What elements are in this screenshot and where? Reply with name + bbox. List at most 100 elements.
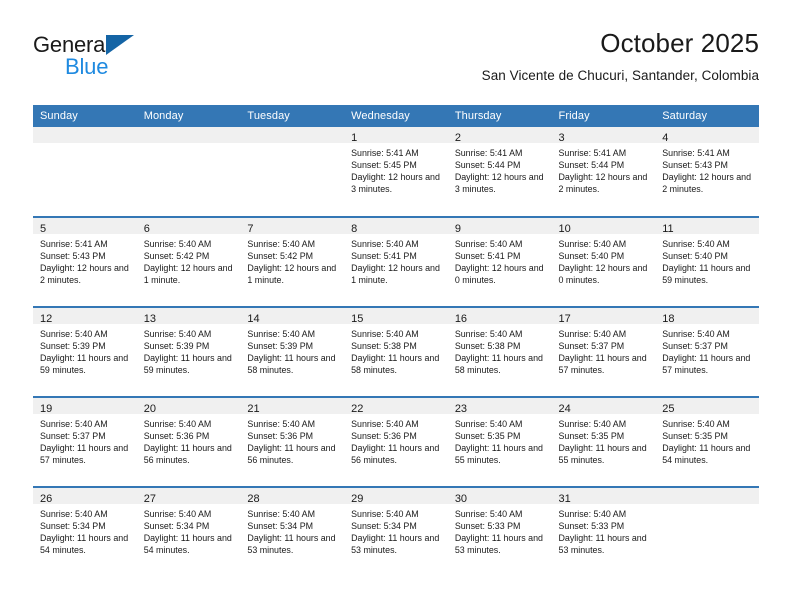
day-cell[interactable]: 10 Sunrise: 5:40 AM Sunset: 5:40 PM Dayligh…	[551, 218, 656, 306]
day-number: 16	[454, 313, 468, 325]
day-cell-body: Sunrise: 5:40 AM Sunset: 5:36 PM Daylight:…	[137, 414, 241, 466]
weekday-header-wednesday: Wednesday	[344, 105, 448, 127]
calendar-cell-day: 31 Sunrise: 5:40 AM Sunset: 5:33 PM Dayligh…	[551, 486, 656, 577]
day-cell-body: Sunrise: 5:40 AM Sunset: 5:41 PM Daylight:…	[448, 234, 552, 286]
daylight-text: Daylight: 11 hours and 58 minutes.	[454, 353, 543, 376]
day-cell[interactable]: 6 Sunrise: 5:40 AM Sunset: 5:42 PM Daylight…	[136, 218, 241, 306]
day-cell[interactable]: 3 Sunrise: 5:41 AM Sunset: 5:44 PM Daylight…	[551, 127, 656, 216]
daylight-text: Daylight: 12 hours and 0 minutes.	[558, 263, 648, 286]
day-cell[interactable]: 16 Sunrise: 5:40 AM Sunset: 5:38 PM Dayligh…	[447, 308, 552, 396]
daylight-text: Daylight: 11 hours and 55 minutes.	[558, 443, 647, 466]
sunset-text: Sunset: 5:34 PM	[351, 521, 417, 532]
daylight-text: Daylight: 11 hours and 58 minutes.	[247, 353, 336, 376]
day-cell[interactable]: 4 Sunrise: 5:41 AM Sunset: 5:43 PM Daylight…	[655, 127, 759, 216]
day-cell[interactable]: 9 Sunrise: 5:40 AM Sunset: 5:41 PM Daylight…	[447, 218, 552, 306]
day-cell[interactable]: 22 Sunrise: 5:40 AM Sunset: 5:36 PM Dayligh…	[344, 398, 448, 486]
day-number: 13	[143, 313, 156, 325]
calendar-cell-day: 24 Sunrise: 5:40 AM Sunset: 5:35 PM Dayligh…	[551, 396, 656, 487]
calendar-cell-day: 18 Sunrise: 5:40 AM Sunset: 5:37 PM Dayligh…	[655, 306, 759, 397]
calendar-cell-day: 6 Sunrise: 5:40 AM Sunset: 5:42 PM Daylight…	[136, 216, 241, 307]
sunrise-text: Sunrise: 5:40 AM	[454, 509, 523, 519]
calendar-cell-day: 12 Sunrise: 5:40 AM Sunset: 5:39 PM Dayligh…	[33, 306, 137, 397]
day-cell[interactable]: 25 Sunrise: 5:40 AM Sunset: 5:35 PM Dayligh…	[655, 398, 759, 486]
weekday-header-sunday: Sunday	[33, 105, 137, 127]
sunrise-text: Sunrise: 5:40 AM	[662, 329, 730, 339]
daylight-text: Daylight: 11 hours and 57 minutes.	[40, 443, 129, 466]
daylight-text: Daylight: 11 hours and 59 minutes.	[662, 263, 751, 286]
day-cell-body: Sunrise: 5:40 AM Sunset: 5:33 PM Daylight:…	[552, 504, 656, 556]
day-cell[interactable]: 8 Sunrise: 5:40 AM Sunset: 5:41 PM Daylight…	[344, 218, 448, 306]
day-number-band: 27	[136, 488, 241, 505]
day-cell[interactable]: 20 Sunrise: 5:40 AM Sunset: 5:36 PM Dayligh…	[136, 398, 241, 486]
sunset-text: Sunset: 5:40 PM	[558, 251, 625, 262]
day-cell[interactable]: 24 Sunrise: 5:40 AM Sunset: 5:35 PM Dayligh…	[551, 398, 656, 486]
day-cell[interactable]: 12 Sunrise: 5:40 AM Sunset: 5:39 PM Dayligh…	[33, 308, 137, 396]
day-number-band: 7	[240, 218, 345, 235]
day-cell[interactable]: 26 Sunrise: 5:40 AM Sunset: 5:34 PM Dayligh…	[33, 488, 137, 577]
calendar-week-row: 1 Sunrise: 5:41 AM Sunset: 5:45 PM Daylight…	[33, 127, 759, 217]
sunrise-text: Sunrise: 5:40 AM	[454, 419, 523, 429]
day-cell[interactable]: 14 Sunrise: 5:40 AM Sunset: 5:39 PM Dayligh…	[240, 308, 345, 396]
daylight-text: Daylight: 12 hours and 1 minute.	[247, 263, 337, 286]
sunset-text: Sunset: 5:33 PM	[454, 521, 521, 532]
day-cell[interactable]: 7 Sunrise: 5:40 AM Sunset: 5:42 PM Daylight…	[240, 218, 345, 306]
daylight-text: Daylight: 12 hours and 0 minutes.	[454, 263, 544, 286]
title-block: October 2025 San Vicente de Chucuri, San…	[482, 26, 759, 86]
day-number: 17	[558, 313, 571, 325]
sunset-text: Sunset: 5:38 PM	[351, 341, 417, 352]
day-cell[interactable]: 28 Sunrise: 5:40 AM Sunset: 5:34 PM Dayligh…	[240, 488, 345, 577]
calendar-cell-day: 8 Sunrise: 5:40 AM Sunset: 5:41 PM Daylight…	[344, 216, 448, 307]
sunrise-text: Sunrise: 5:40 AM	[454, 239, 523, 249]
daylight-text: Daylight: 11 hours and 56 minutes.	[351, 443, 440, 466]
day-cell[interactable]: 21 Sunrise: 5:40 AM Sunset: 5:36 PM Dayligh…	[240, 398, 345, 486]
sunset-text: Sunset: 5:34 PM	[143, 521, 210, 532]
calendar-cell-day: 9 Sunrise: 5:40 AM Sunset: 5:41 PM Daylight…	[447, 216, 552, 307]
day-cell-body: Sunrise: 5:41 AM Sunset: 5:45 PM Daylight:…	[344, 143, 448, 195]
day-cell[interactable]: 5 Sunrise: 5:41 AM Sunset: 5:43 PM Daylight…	[33, 218, 137, 306]
sunrise-text: Sunrise: 5:40 AM	[454, 329, 523, 339]
day-cell-body: Sunrise: 5:40 AM Sunset: 5:34 PM Daylight:…	[137, 504, 241, 556]
sunset-text: Sunset: 5:35 PM	[558, 431, 625, 442]
day-number: 5	[40, 223, 47, 235]
sunrise-text: Sunrise: 5:41 AM	[40, 239, 108, 249]
day-number: 30	[454, 493, 468, 505]
day-cell-empty	[655, 488, 759, 577]
day-number-band: 20	[136, 398, 241, 415]
daylight-text: Daylight: 11 hours and 54 minutes.	[40, 533, 129, 556]
day-cell-body: Sunrise: 5:41 AM Sunset: 5:44 PM Daylight:…	[448, 143, 552, 195]
day-cell-body: Sunrise: 5:41 AM Sunset: 5:43 PM Daylight:…	[655, 143, 759, 195]
day-cell-body: Sunrise: 5:40 AM Sunset: 5:39 PM Daylight:…	[240, 324, 344, 376]
day-number-band: 3	[551, 127, 656, 144]
day-cell[interactable]: 29 Sunrise: 5:40 AM Sunset: 5:34 PM Dayligh…	[344, 488, 448, 577]
calendar-page: General Blue October 2025 San Vicente de…	[0, 0, 792, 612]
day-cell-body: Sunrise: 5:41 AM Sunset: 5:44 PM Daylight:…	[552, 143, 656, 195]
day-cell-body: Sunrise: 5:40 AM Sunset: 5:33 PM Daylight:…	[448, 504, 552, 556]
day-number: 7	[247, 223, 254, 235]
sunrise-text: Sunrise: 5:40 AM	[40, 509, 108, 519]
day-cell-body: Sunrise: 5:40 AM Sunset: 5:39 PM Daylight:…	[33, 324, 137, 376]
day-cell[interactable]: 31 Sunrise: 5:40 AM Sunset: 5:33 PM Dayligh…	[551, 488, 656, 577]
sunrise-text: Sunrise: 5:40 AM	[143, 509, 212, 519]
day-cell[interactable]: 2 Sunrise: 5:41 AM Sunset: 5:44 PM Daylight…	[447, 127, 552, 216]
sunset-text: Sunset: 5:41 PM	[454, 251, 521, 262]
day-cell-body: Sunrise: 5:40 AM Sunset: 5:42 PM Daylight:…	[137, 234, 241, 286]
day-cell[interactable]: 18 Sunrise: 5:40 AM Sunset: 5:37 PM Dayligh…	[655, 308, 759, 396]
day-cell[interactable]: 13 Sunrise: 5:40 AM Sunset: 5:39 PM Dayligh…	[136, 308, 241, 396]
day-cell[interactable]: 1 Sunrise: 5:41 AM Sunset: 5:45 PM Daylight…	[344, 127, 448, 216]
daylight-text: Daylight: 11 hours and 59 minutes.	[143, 353, 232, 376]
day-cell[interactable]: 11 Sunrise: 5:40 AM Sunset: 5:40 PM Dayligh…	[655, 218, 759, 306]
sunrise-text: Sunrise: 5:40 AM	[558, 239, 627, 249]
sunrise-text: Sunrise: 5:40 AM	[351, 329, 419, 339]
calendar-cell-day: 27 Sunrise: 5:40 AM Sunset: 5:34 PM Dayligh…	[136, 486, 241, 577]
day-number-band: 30	[447, 488, 552, 505]
day-cell[interactable]: 15 Sunrise: 5:40 AM Sunset: 5:38 PM Dayligh…	[344, 308, 448, 396]
day-cell[interactable]: 27 Sunrise: 5:40 AM Sunset: 5:34 PM Dayligh…	[136, 488, 241, 577]
day-number-band	[136, 127, 241, 143]
day-cell[interactable]: 30 Sunrise: 5:40 AM Sunset: 5:33 PM Dayligh…	[447, 488, 552, 577]
day-cell[interactable]: 17 Sunrise: 5:40 AM Sunset: 5:37 PM Dayligh…	[551, 308, 656, 396]
day-cell[interactable]: 19 Sunrise: 5:40 AM Sunset: 5:37 PM Dayligh…	[33, 398, 137, 486]
day-number: 1	[351, 132, 358, 144]
day-cell[interactable]: 23 Sunrise: 5:40 AM Sunset: 5:35 PM Dayligh…	[447, 398, 552, 486]
calendar-week-row: 5 Sunrise: 5:41 AM Sunset: 5:43 PM Daylight…	[33, 216, 759, 307]
sunset-text: Sunset: 5:36 PM	[351, 431, 417, 442]
